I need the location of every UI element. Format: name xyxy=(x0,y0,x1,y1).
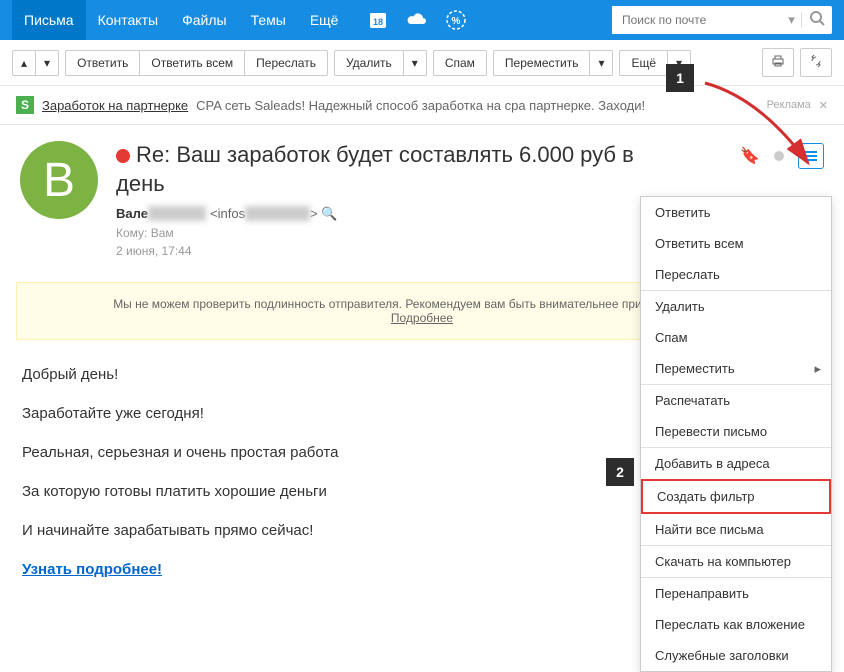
ad-banner: S Заработок на партнерке CPA сеть Salead… xyxy=(0,86,844,125)
context-menu: Ответить Ответить всем Переслать Удалить… xyxy=(640,196,832,672)
ad-close-icon[interactable]: ✕ xyxy=(819,99,828,112)
ctx-print[interactable]: Распечатать xyxy=(641,384,831,416)
ctx-move[interactable]: Переместить xyxy=(641,353,831,384)
ctx-forward[interactable]: Переслать xyxy=(641,259,831,290)
reply-button[interactable]: Ответить xyxy=(65,50,140,76)
search-box: ▾ xyxy=(612,6,832,34)
message-menu-button[interactable] xyxy=(798,143,824,169)
discount-icon[interactable]: % xyxy=(446,10,466,30)
ad-label: Реклама xyxy=(767,99,811,111)
from-line: Валеxxxxxxxxx <infosxxxxxxxxxx> 🔍 xyxy=(116,206,656,222)
ctx-add-address[interactable]: Добавить в адреса xyxy=(641,447,831,479)
move-button[interactable]: Переместить xyxy=(493,50,591,76)
ctx-create-filter[interactable]: Создать фильтр xyxy=(641,479,831,514)
ctx-spam[interactable]: Спам xyxy=(641,322,831,353)
flag-icon[interactable]: 🔖 xyxy=(740,146,760,166)
avatar: В xyxy=(20,141,98,219)
ctx-find-all[interactable]: Найти все письма xyxy=(641,514,831,545)
to-line: Кому: Вам xyxy=(116,226,656,240)
calendar-icon[interactable]: 18 xyxy=(368,10,388,30)
warning-more-link[interactable]: Подробнее xyxy=(391,311,453,325)
svg-text:%: % xyxy=(452,16,461,27)
callout-2: 2 xyxy=(606,458,634,486)
unread-dot-icon xyxy=(116,149,130,163)
refresh-button[interactable] xyxy=(800,48,832,77)
toolbar: ▴ ▾ Ответить Ответить всем Переслать Уда… xyxy=(0,40,844,86)
ctx-delete[interactable]: Удалить xyxy=(641,290,831,322)
forward-button[interactable]: Переслать xyxy=(244,50,328,76)
nav-themes[interactable]: Темы xyxy=(239,0,298,40)
ctx-forward-attach[interactable]: Переслать как вложение xyxy=(641,609,831,640)
ad-text: CPA сеть Saleads! Надежный способ зарабо… xyxy=(196,98,645,113)
cloud-icon[interactable] xyxy=(406,12,428,28)
svg-text:18: 18 xyxy=(373,17,383,27)
ctx-reply[interactable]: Ответить xyxy=(641,197,831,228)
search-dropdown[interactable]: ▾ xyxy=(782,12,802,28)
spam-button[interactable]: Спам xyxy=(433,50,487,76)
more-button[interactable]: Ещё xyxy=(619,50,668,76)
date-line: 2 июня, 17:44 xyxy=(116,244,656,258)
learn-more-link[interactable]: Узнать подробнее! xyxy=(22,561,162,578)
nav-contacts[interactable]: Контакты xyxy=(86,0,170,40)
nav-up-button[interactable]: ▴ xyxy=(12,50,36,76)
move-dropdown[interactable]: ▾ xyxy=(589,50,613,76)
message-subject: Re: Ваш заработок будет составлять 6.000… xyxy=(116,141,656,198)
search-input[interactable] xyxy=(612,6,782,34)
ad-badge-icon: S xyxy=(16,96,34,114)
search-button[interactable] xyxy=(802,10,832,31)
ctx-redirect[interactable]: Перенаправить xyxy=(641,577,831,609)
nav-mail[interactable]: Письма xyxy=(12,0,86,40)
ctx-headers[interactable]: Служебные заголовки xyxy=(641,640,831,671)
callout-1: 1 xyxy=(666,64,694,92)
search-sender-icon[interactable]: 🔍 xyxy=(321,206,337,221)
delete-button[interactable]: Удалить xyxy=(334,50,404,76)
ctx-reply-all[interactable]: Ответить всем xyxy=(641,228,831,259)
ad-title[interactable]: Заработок на партнерке xyxy=(42,98,188,113)
delete-dropdown[interactable]: ▾ xyxy=(403,50,427,76)
top-nav: Письма Контакты Файлы Темы Ещё 18 % ▾ xyxy=(0,0,844,40)
nav-files[interactable]: Файлы xyxy=(170,0,238,40)
ctx-translate[interactable]: Перевести письмо xyxy=(641,416,831,447)
mark-dot-icon[interactable] xyxy=(774,151,784,161)
print-button[interactable] xyxy=(762,48,794,77)
reply-all-button[interactable]: Ответить всем xyxy=(139,50,245,76)
ctx-download[interactable]: Скачать на компьютер xyxy=(641,545,831,577)
nav-more[interactable]: Ещё xyxy=(298,0,351,40)
nav-down-button[interactable]: ▾ xyxy=(35,50,59,76)
